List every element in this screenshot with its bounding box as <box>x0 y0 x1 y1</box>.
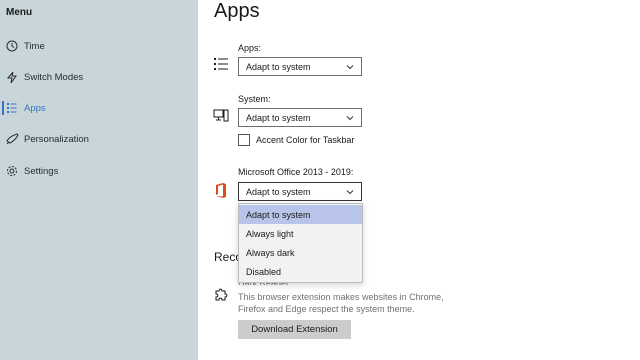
chevron-down-icon <box>346 190 354 195</box>
sidebar-item-label: Apps <box>24 102 46 114</box>
sidebar: Menu Time Switch Modes Apps Personalizat… <box>0 0 198 360</box>
sidebar-title: Menu <box>6 7 33 18</box>
office-logo-icon <box>212 181 230 199</box>
sidebar-item-personalization[interactable]: Personalization <box>0 128 198 150</box>
chevron-down-icon <box>346 116 354 121</box>
sidebar-item-label: Settings <box>24 165 59 177</box>
office-dropdown-list: Adapt to system Always light Always dark… <box>238 203 363 283</box>
chevron-down-icon <box>346 65 354 70</box>
main-panel: Apps Apps: Adapt to system System: Adapt… <box>198 0 640 360</box>
paint-icon <box>5 132 19 146</box>
extension-description: This browser extension makes websites in… <box>238 292 444 314</box>
sidebar-item-label: Time <box>24 40 45 52</box>
dropdown-option-dark[interactable]: Always dark <box>239 243 362 262</box>
apps-select-value: Adapt to system <box>246 61 311 72</box>
system-label: System: <box>238 94 271 104</box>
accent-color-checkbox[interactable] <box>238 134 250 146</box>
active-indicator <box>2 101 4 115</box>
clock-icon <box>5 39 19 53</box>
sidebar-item-apps[interactable]: Apps <box>0 97 198 119</box>
computer-icon <box>212 107 230 125</box>
apps-label: Apps: <box>238 43 262 53</box>
dropdown-option-disabled[interactable]: Disabled <box>239 262 362 281</box>
sidebar-item-label: Switch Modes <box>24 71 84 83</box>
gear-icon <box>5 164 19 178</box>
dropdown-option-adapt[interactable]: Adapt to system <box>239 205 362 224</box>
sidebar-item-label: Personalization <box>24 133 89 145</box>
system-select-value: Adapt to system <box>246 112 311 123</box>
page-title: Apps <box>214 0 260 22</box>
lightning-icon <box>5 70 19 84</box>
office-select[interactable]: Adapt to system <box>238 182 362 201</box>
list-icon <box>212 55 230 73</box>
office-select-value: Adapt to system <box>246 186 311 197</box>
sidebar-item-time[interactable]: Time <box>0 35 198 57</box>
accent-color-label: Accent Color for Taskbar <box>256 135 355 145</box>
office-label: Microsoft Office 2013 - 2019: <box>238 167 354 177</box>
sidebar-item-switch-modes[interactable]: Switch Modes <box>0 66 198 88</box>
apps-select[interactable]: Adapt to system <box>238 57 362 76</box>
apps-list-icon <box>5 101 19 115</box>
dropdown-option-light[interactable]: Always light <box>239 224 362 243</box>
puzzle-icon <box>212 285 230 303</box>
download-extension-button[interactable]: Download Extension <box>238 320 351 339</box>
sidebar-item-settings[interactable]: Settings <box>0 160 198 182</box>
system-select[interactable]: Adapt to system <box>238 108 362 127</box>
